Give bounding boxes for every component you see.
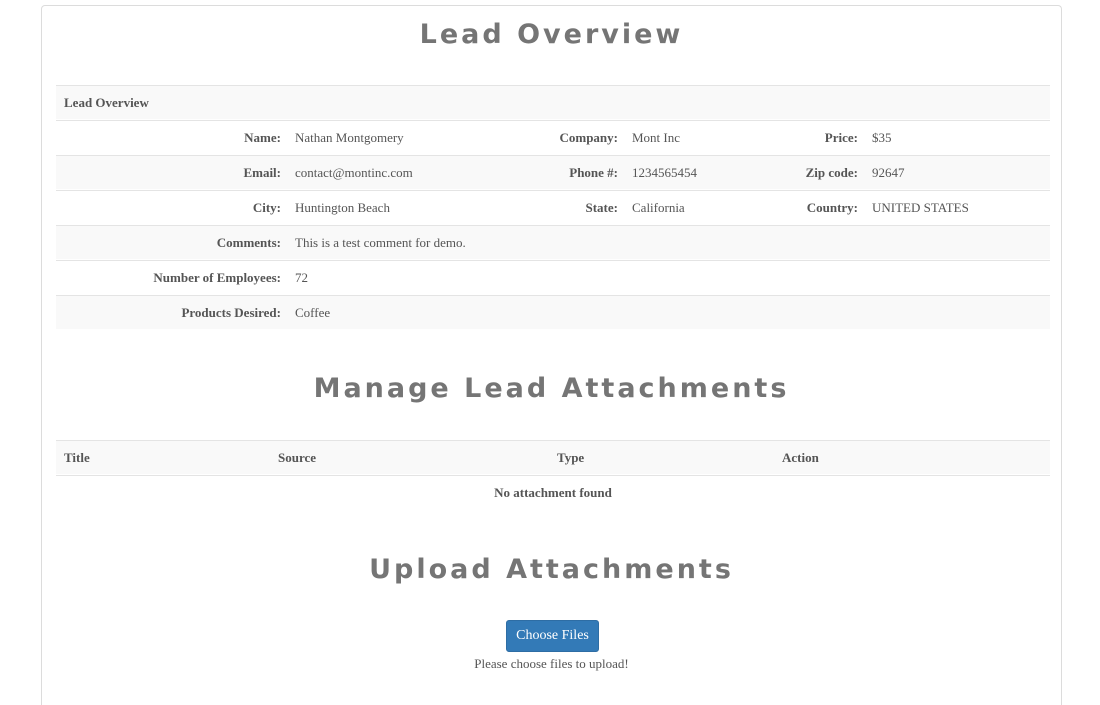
products-label: Products Desired: bbox=[181, 305, 281, 320]
price-value: $35 bbox=[872, 130, 892, 145]
column-source: Source bbox=[278, 450, 317, 465]
column-title: Title bbox=[64, 450, 90, 465]
table-row: City: Huntington Beach State: California… bbox=[56, 190, 1050, 224]
email-value: contact@montinc.com bbox=[295, 165, 413, 180]
zip-code-value: 92647 bbox=[872, 165, 905, 180]
company-label: Company: bbox=[559, 130, 618, 145]
table-header-label: Lead Overview bbox=[64, 95, 149, 110]
table-row: Email: contact@montinc.com Phone #: 1234… bbox=[56, 155, 1050, 189]
company-value: Mont Inc bbox=[632, 130, 681, 145]
comments-label: Comments: bbox=[216, 235, 281, 250]
table-row: Comments: This is a test comment for dem… bbox=[56, 225, 1050, 259]
attachments-title: Manage Lead Attachments bbox=[313, 373, 790, 404]
column-action: Action bbox=[782, 450, 819, 465]
products-value: Coffee bbox=[295, 305, 331, 320]
empty-state-message: No attachment found bbox=[56, 475, 1050, 509]
price-label: Price: bbox=[824, 130, 858, 145]
employees-value: 72 bbox=[295, 270, 308, 285]
lead-card: Lead Overview Lead Overview Name: Nathan… bbox=[41, 5, 1062, 705]
email-label: Email: bbox=[243, 165, 281, 180]
comments-value: This is a test comment for demo. bbox=[295, 235, 466, 250]
table-header-row: Lead Overview bbox=[56, 85, 1050, 119]
upload-title: Upload Attachments bbox=[369, 554, 734, 585]
page-title: Lead Overview bbox=[419, 19, 684, 50]
table-row: Products Desired: Coffee bbox=[56, 295, 1050, 329]
column-type: Type bbox=[557, 450, 585, 465]
attachments-header-row: Title Source Type Action bbox=[56, 440, 1050, 474]
state-value: California bbox=[632, 200, 685, 215]
employees-label: Number of Employees: bbox=[153, 270, 281, 285]
name-value: Nathan Montgomery bbox=[295, 130, 404, 145]
table-row: Number of Employees: 72 bbox=[56, 260, 1050, 294]
phone-value: 1234565454 bbox=[632, 165, 697, 180]
zip-code-label: Zip code: bbox=[805, 165, 858, 180]
state-label: State: bbox=[585, 200, 619, 215]
city-label: City: bbox=[252, 200, 281, 215]
country-label: Country: bbox=[806, 200, 858, 215]
table-row: Name: Nathan Montgomery Company: Mont In… bbox=[56, 120, 1050, 154]
city-value: Huntington Beach bbox=[295, 200, 390, 215]
choose-files-button[interactable]: Choose Files bbox=[506, 620, 599, 652]
name-label: Name: bbox=[244, 130, 281, 145]
upload-hint: Please choose files to upload! bbox=[474, 656, 629, 671]
phone-label: Phone #: bbox=[569, 165, 618, 180]
country-value: UNITED STATES bbox=[872, 200, 969, 215]
